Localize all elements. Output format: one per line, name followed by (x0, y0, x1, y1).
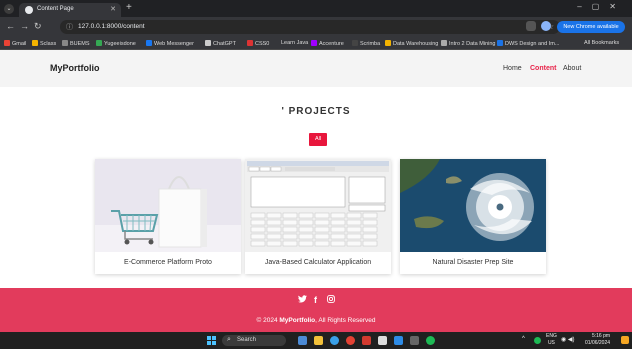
reload-icon[interactable]: ↻ (34, 21, 42, 32)
site-header: MyPortfolio Home Content About (0, 50, 632, 87)
browser-toolbar: ← → ↻ ⓘ 127.0.0.1:8000/content ☆ New Chr… (0, 17, 632, 37)
forward-icon[interactable]: → (20, 21, 29, 31)
browser-tab[interactable]: Content Page ✕ (19, 3, 121, 17)
web-icon (441, 40, 447, 46)
file-explorer-icon[interactable] (314, 336, 323, 345)
back-icon[interactable]: ← (6, 21, 15, 31)
project-caption: E-Commerce Platform Proto (124, 259, 212, 266)
messenger-icon (146, 40, 152, 46)
bookmark-item[interactable]: CSS0 (247, 40, 269, 47)
sclass-icon (32, 40, 38, 46)
tab-close-icon[interactable]: ✕ (110, 5, 116, 13)
instagram-icon[interactable] (327, 295, 335, 305)
edge-icon[interactable] (330, 336, 339, 345)
doc-icon (497, 40, 503, 46)
nav-content[interactable]: Content (530, 65, 556, 72)
bookmark-item[interactable]: Data Warehousing (385, 40, 438, 47)
window-controls[interactable]: –▢✕ (577, 2, 626, 11)
yugee-icon (96, 40, 102, 46)
project-caption: Natural Disaster Prep Site (432, 259, 514, 266)
copyright-text: © 2024 MyPortfolio, All Rights Reserved (256, 317, 376, 324)
terminal-icon[interactable] (410, 336, 419, 345)
address-bar[interactable]: ⓘ 127.0.0.1:8000/content ☆ (60, 20, 560, 34)
calculator-image (245, 159, 391, 252)
extensions-icon[interactable] (526, 21, 536, 31)
bookmark-item[interactable]: Accenture (311, 40, 344, 47)
bookmark-item[interactable]: Web Messenger (146, 40, 194, 47)
notification-icon[interactable] (621, 336, 629, 344)
tab-title: Content Page (37, 6, 74, 12)
twitter-icon[interactable] (298, 295, 307, 305)
project-card[interactable]: E-Commerce Platform Proto (95, 159, 241, 274)
tab-favicon-icon (25, 6, 33, 14)
chrome-update-button[interactable]: New Chrome available (557, 21, 625, 33)
bookmark-item[interactable]: Yugeeisdone (96, 40, 136, 47)
filter-all-button[interactable]: All (309, 133, 327, 146)
taskbar-clock[interactable]: 5:16 pm 01/06/2024 (585, 333, 610, 347)
tab-search-icon[interactable]: ⌄ (4, 4, 14, 14)
bookmark-item[interactable]: Sclass (32, 40, 56, 47)
scrimba-icon (352, 40, 358, 46)
all-bookmarks[interactable]: All Bookmarks (584, 40, 619, 46)
projects-title: ' PROJECTS (281, 106, 351, 117)
nav-about[interactable]: About (563, 65, 581, 72)
widgets-icon[interactable] (298, 336, 307, 345)
bookmark-item[interactable]: BUEMS (62, 40, 90, 47)
spotify-icon[interactable] (426, 336, 435, 345)
site-footer: f © 2024 MyPortfolio, All Rights Reserve… (0, 288, 632, 332)
project-card[interactable]: Natural Disaster Prep Site (400, 159, 546, 274)
footer-brand: MyPortfolio (279, 317, 316, 324)
chrome-icon[interactable] (346, 336, 355, 345)
drive-icon (385, 40, 391, 46)
vscode-icon[interactable] (394, 336, 403, 345)
windows-start-icon[interactable] (207, 336, 216, 345)
language-indicator[interactable]: ENG US (546, 333, 557, 347)
search-icon: ⌕ (227, 336, 231, 343)
site-info-icon[interactable]: ⓘ (66, 22, 73, 32)
tray-spotify-icon[interactable] (534, 337, 541, 344)
network-volume-icon[interactable]: ◉ ◀) (561, 336, 575, 343)
new-tab-icon[interactable]: + (126, 2, 132, 13)
ecommerce-image (95, 159, 241, 252)
site-logo[interactable]: MyPortfolio (50, 63, 100, 73)
project-card[interactable]: Java-Based Calculator Application (245, 159, 391, 274)
buems-icon (62, 40, 68, 46)
bookmark-item[interactable]: Scrimba (352, 40, 380, 47)
bookmark-item[interactable]: Intro 2 Data Mining (441, 40, 495, 47)
bookmark-item[interactable]: ChatGPT (205, 40, 236, 47)
nav-home[interactable]: Home (503, 65, 522, 72)
bookmark-item[interactable]: DWS Design and Im... (497, 40, 559, 47)
tray-chevron-icon[interactable]: ^ (522, 336, 525, 342)
project-caption: Java-Based Calculator Application (264, 259, 372, 266)
bookmark-item[interactable]: Learn Java (281, 40, 308, 46)
bookmark-item[interactable]: Gmail (4, 40, 26, 47)
hurricane-image (400, 159, 546, 252)
bookmarks-bar: Gmail Sclass BUEMS Yugeeisdone Web Messe… (0, 37, 632, 50)
os-taskbar: ⌕ Search ^ ENG US ◉ ◀) 5:16 pm 01/06/2024 (0, 332, 632, 349)
browser-tabstrip: ⌄ Content Page ✕ + –▢✕ (0, 0, 632, 17)
taskbar-search[interactable]: ⌕ Search (222, 335, 286, 346)
office-icon[interactable] (362, 336, 371, 345)
notion-icon[interactable] (378, 336, 387, 345)
gmail-icon (4, 40, 10, 46)
css-icon (247, 40, 253, 46)
facebook-icon[interactable]: f (314, 295, 317, 305)
chatgpt-icon (205, 40, 211, 46)
address-url: 127.0.0.1:8000/content (78, 23, 145, 30)
profile-avatar[interactable] (541, 21, 551, 31)
accenture-icon (311, 40, 317, 46)
